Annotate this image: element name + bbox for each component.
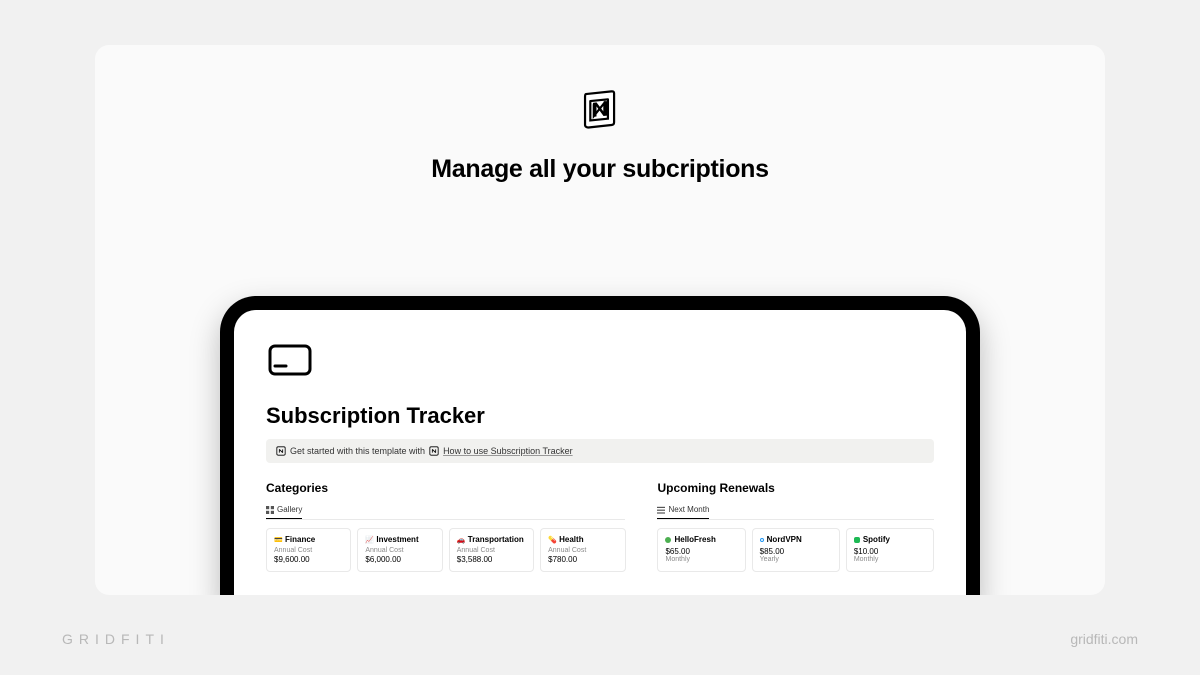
- watermark-right: gridfiti.com: [1070, 631, 1138, 647]
- tab-label: Gallery: [277, 505, 302, 514]
- notion-mini-icon: [276, 446, 286, 456]
- category-card-finance[interactable]: 💳Finance Annual Cost $9,600.00: [266, 528, 351, 572]
- card-title: Transportation: [468, 535, 524, 544]
- renewal-card-spotify[interactable]: Spotify $10.00 Monthly: [846, 528, 934, 572]
- watermark-left: GRIDFITI: [62, 631, 170, 647]
- investment-emoji-icon: 📈: [365, 536, 373, 544]
- transportation-emoji-icon: 🚗: [457, 536, 465, 544]
- notion-page: Subscription Tracker Get started with th…: [234, 310, 966, 595]
- card-title: HelloFresh: [674, 535, 715, 544]
- card-title: Spotify: [863, 535, 890, 544]
- card-label: Monthly: [665, 556, 737, 563]
- renewals-tabs: Next Month: [657, 502, 934, 520]
- renewal-card-nordvpn[interactable]: NordVPN $85.00 Yearly: [752, 528, 840, 572]
- card-value: $9,600.00: [274, 555, 343, 564]
- card-title: Investment: [376, 535, 418, 544]
- renewals-title: Upcoming Renewals: [657, 481, 934, 495]
- categories-title: Categories: [266, 481, 625, 495]
- card-label: Annual Cost: [274, 547, 343, 554]
- card-label: Annual Cost: [548, 547, 617, 554]
- card-header: Manage all your subcriptions: [95, 45, 1105, 184]
- promo-card: Manage all your subcriptions Subscriptio…: [95, 45, 1105, 595]
- list-view-icon: [657, 506, 665, 514]
- health-emoji-icon: 💊: [548, 536, 556, 544]
- renewals-section: Upcoming Renewals Next Month He: [657, 481, 934, 572]
- renewal-card-hellofresh[interactable]: HelloFresh $65.00 Monthly: [657, 528, 745, 572]
- notion-logo-icon: [578, 87, 622, 131]
- card-label: Yearly: [760, 556, 832, 563]
- device-mockup: Subscription Tracker Get started with th…: [220, 296, 980, 595]
- card-label: Annual Cost: [365, 547, 434, 554]
- finance-emoji-icon: 💳: [274, 536, 282, 544]
- getting-started-callout[interactable]: Get started with this template with How …: [266, 439, 934, 463]
- spotify-icon: [854, 537, 860, 543]
- category-card-health[interactable]: 💊Health Annual Cost $780.00: [540, 528, 625, 572]
- tab-gallery[interactable]: Gallery: [266, 502, 302, 519]
- category-card-investment[interactable]: 📈Investment Annual Cost $6,000.00: [357, 528, 442, 572]
- credit-card-icon: [266, 336, 314, 384]
- notion-mini-icon: [429, 446, 439, 456]
- card-value: $85.00: [760, 547, 832, 556]
- card-title: Health: [559, 535, 583, 544]
- card-value: $780.00: [548, 555, 617, 564]
- card-value: $10.00: [854, 547, 926, 556]
- card-value: $65.00: [665, 547, 737, 556]
- card-value: $3,588.00: [457, 555, 526, 564]
- nordvpn-icon: [760, 538, 764, 542]
- categories-tabs: Gallery: [266, 502, 625, 520]
- headline: Manage all your subcriptions: [95, 155, 1105, 184]
- callout-text: Get started with this template with: [290, 446, 425, 456]
- gallery-view-icon: [266, 506, 274, 514]
- tab-label: Next Month: [668, 505, 709, 514]
- hellofresh-icon: [665, 537, 671, 543]
- card-label: Annual Cost: [457, 547, 526, 554]
- categories-section: Categories Gallery 💳Finance: [266, 481, 625, 572]
- tab-next-month[interactable]: Next Month: [657, 502, 709, 519]
- renewals-cards: HelloFresh $65.00 Monthly NordVPN $85.00…: [657, 528, 934, 572]
- category-card-transportation[interactable]: 🚗Transportation Annual Cost $3,588.00: [449, 528, 534, 572]
- card-title: NordVPN: [767, 535, 802, 544]
- card-value: $6,000.00: [365, 555, 434, 564]
- card-title: Finance: [285, 535, 315, 544]
- callout-link[interactable]: How to use Subscription Tracker: [443, 446, 573, 456]
- page-title: Subscription Tracker: [266, 403, 934, 429]
- categories-cards: 💳Finance Annual Cost $9,600.00 📈Investme…: [266, 528, 625, 572]
- card-label: Monthly: [854, 556, 926, 563]
